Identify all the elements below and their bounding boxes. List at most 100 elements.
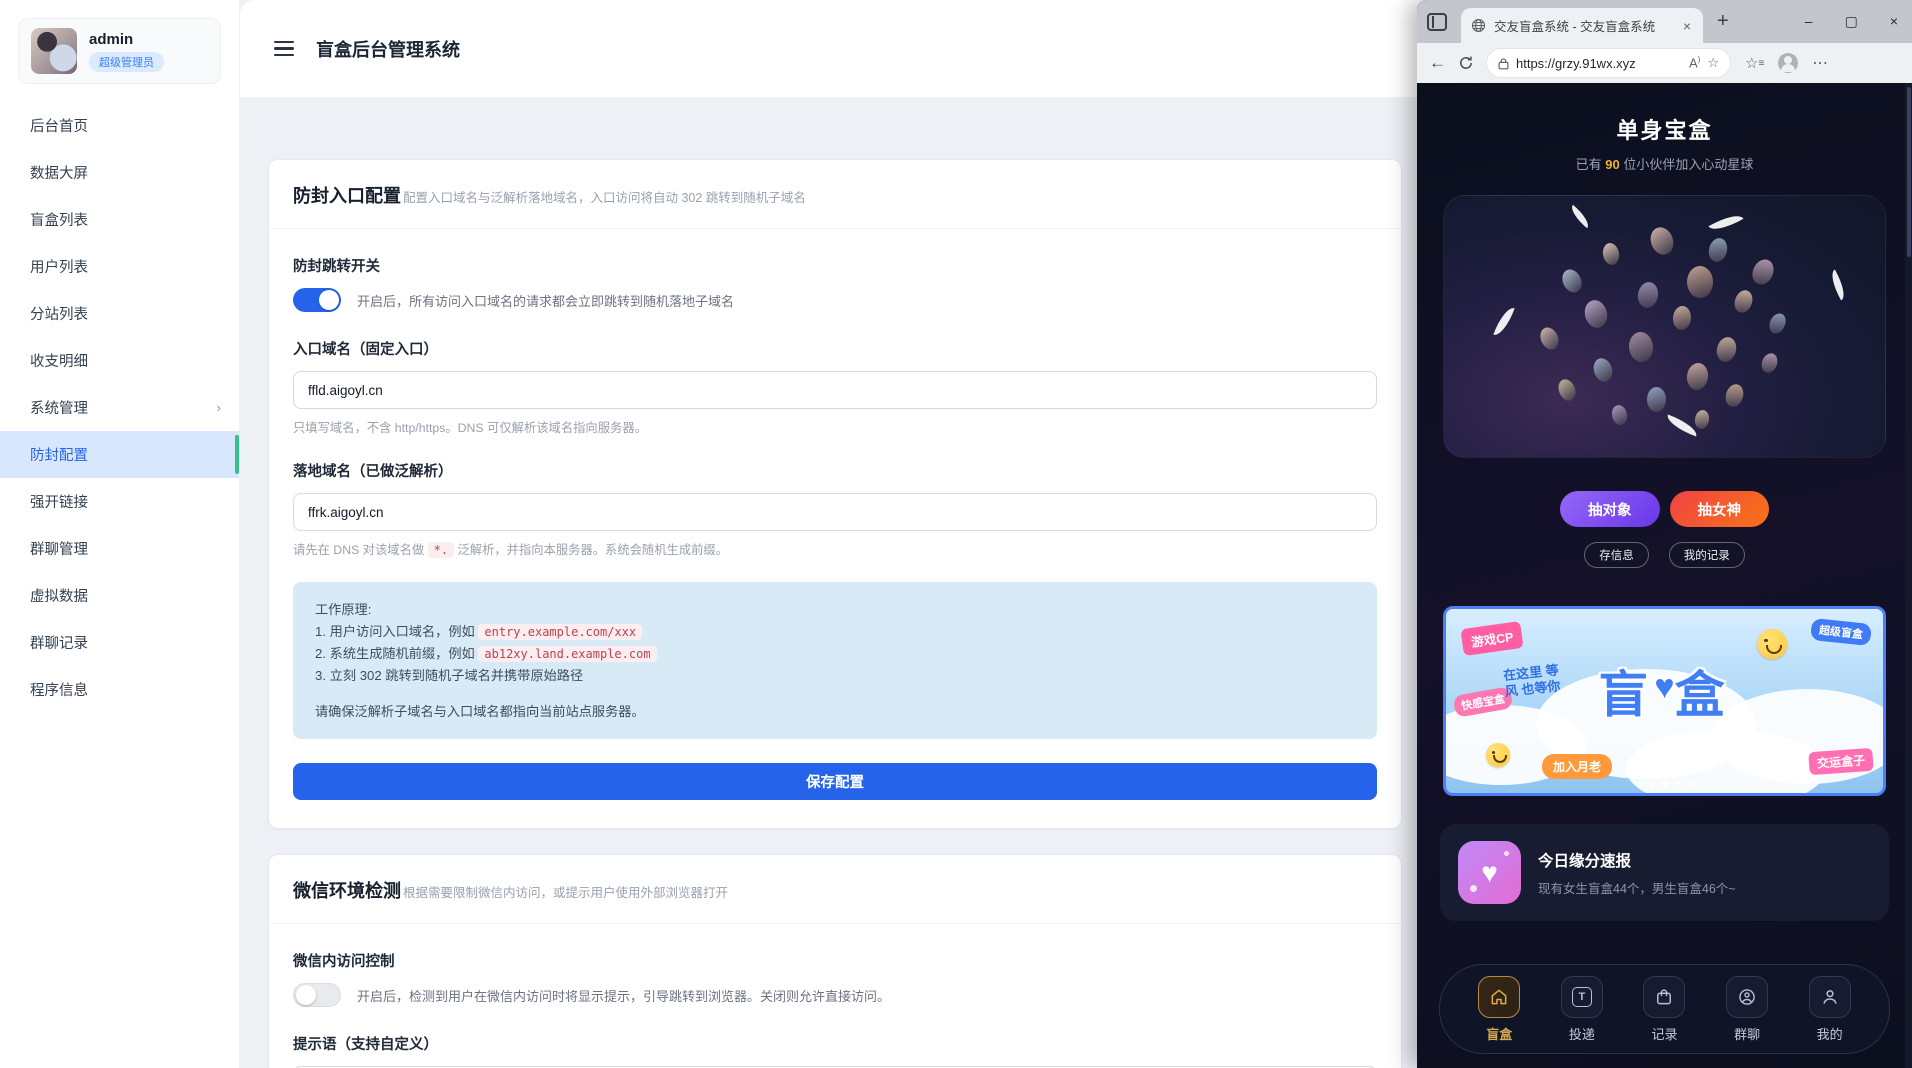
- landing-domain-input[interactable]: [293, 493, 1377, 531]
- how-it-works-infobox: 工作原理: 1. 用户访问入口域名，例如 entry.example.com/x…: [293, 582, 1377, 739]
- globe-icon: [1471, 18, 1486, 33]
- avatar-thumb: [1685, 362, 1710, 392]
- hamburger-menu-icon[interactable]: [274, 41, 294, 56]
- landing-domain-label: 落地域名（已做泛解析）: [293, 460, 1377, 481]
- avatar-thumb: [1732, 288, 1756, 315]
- card-desc: 根据需要限制微信内访问，或提示用户使用外部浏览器打开: [403, 886, 728, 900]
- address-bar[interactable]: https://grzy.91wx.xyz A) ☆: [1486, 48, 1731, 78]
- browser-tab[interactable]: 交友盲盒系统 - 交友盲盒系统 ×: [1461, 8, 1703, 43]
- sidebar-item-system-manage[interactable]: 系统管理›: [0, 384, 239, 431]
- promo-banner[interactable]: 盲♥盒 游戏CP 超级盲盒 快感宝盒 在这里 等风 也等你 加入月老 交运盒子: [1443, 606, 1886, 796]
- admin-header: 盲盒后台管理系统: [240, 0, 1417, 98]
- nav-item-records[interactable]: 记录: [1643, 976, 1685, 1043]
- avatar-thumb: [1672, 305, 1692, 330]
- sidebar-item-anti-block[interactable]: 防封配置: [0, 431, 239, 478]
- sidebar-item-home[interactable]: 后台首页: [0, 102, 239, 149]
- sidebar-item-user-list[interactable]: 用户列表: [0, 243, 239, 290]
- avatar-thumb: [1748, 256, 1777, 288]
- draw-goddess-button[interactable]: 抽女神: [1670, 491, 1770, 527]
- browser-toolbar: ← https://grzy.91wx.xyz A) ☆ ☆≡ ⋯: [1417, 43, 1912, 83]
- carousel-dots[interactable]: [1446, 781, 1883, 787]
- sidebar-item-box-list[interactable]: 盲盒列表: [0, 196, 239, 243]
- admin-content: 防封入口配置配置入口域名与泛解析落地域名，入口访问将自动 302 跳转到随机子域…: [240, 98, 1417, 1068]
- nav-item-mine[interactable]: 我的: [1809, 976, 1851, 1043]
- banner-badge-top-right: 超级盲盒: [1810, 618, 1872, 646]
- save-info-button[interactable]: 存信息: [1584, 542, 1649, 568]
- anti-block-toggle[interactable]: [293, 288, 341, 312]
- bag-icon: [1643, 976, 1685, 1018]
- refresh-button[interactable]: [1458, 55, 1474, 71]
- petal-decoration: [1568, 204, 1594, 228]
- wechat-access-toggle[interactable]: [293, 983, 341, 1007]
- sidebar-item-group-chat-manage[interactable]: 群聊管理: [0, 525, 239, 572]
- entry-domain-label: 入口域名（固定入口）: [293, 338, 1377, 359]
- new-tab-button[interactable]: +: [1717, 10, 1729, 33]
- wechat-toggle-desc: 开启后，检测到用户在微信内访问时将显示提示，引导跳转到浏览器。关闭则允许直接访问…: [357, 986, 890, 1005]
- nav-item-deliver[interactable]: T 投递: [1561, 976, 1603, 1043]
- petal-decoration: [1493, 305, 1514, 339]
- avatar-thumb: [1582, 298, 1610, 331]
- card-title: 微信环境检测: [293, 881, 401, 901]
- draw-partner-button[interactable]: 抽对象: [1560, 491, 1660, 527]
- sidebar-item-virtual-data[interactable]: 虚拟数据: [0, 572, 239, 619]
- sidebar-item-income-detail[interactable]: 收支明细: [0, 337, 239, 384]
- prompt-label: 提示语（支持自定义）: [293, 1033, 1377, 1054]
- avatar-thumb: [1636, 281, 1660, 310]
- entry-example-code: entry.example.com/xxx: [478, 624, 642, 640]
- scrollbar[interactable]: [1905, 83, 1912, 1068]
- back-button[interactable]: ←: [1429, 53, 1446, 73]
- app-subtitle: 已有 90 位小伙伴加入心动星球: [1417, 154, 1912, 173]
- sidebar-item-program-info[interactable]: 程序信息: [0, 666, 239, 713]
- wechat-toggle-label: 微信内访问控制: [293, 950, 1377, 971]
- avatar-thumb: [1610, 403, 1629, 426]
- user-card[interactable]: admin 超级管理员: [18, 18, 221, 84]
- card-title: 防封入口配置: [293, 186, 401, 206]
- user-name: admin: [89, 31, 164, 48]
- deliver-icon: T: [1561, 976, 1603, 1018]
- app-title: 单身宝盒: [1417, 113, 1912, 145]
- tab-close-icon[interactable]: ×: [1681, 18, 1693, 34]
- window-maximize-button[interactable]: ▢: [1845, 13, 1858, 30]
- avatar-thumb: [1706, 236, 1730, 264]
- sidebar-item-dashboard[interactable]: 数据大屏: [0, 149, 239, 196]
- tab-actions-icon[interactable]: [1427, 13, 1447, 31]
- group-chat-icon: [1726, 976, 1768, 1018]
- favorite-star-icon[interactable]: ☆: [1707, 55, 1719, 71]
- sidebar-item-force-open-link[interactable]: 强开链接: [0, 478, 239, 525]
- landing-domain-hint: 请先在 DNS 对该域名做 *. 泛解析，并指向本服务器。系统会随机生成前缀。: [293, 540, 1377, 558]
- toggle-desc: 开启后，所有访问入口域名的请求都会立即跳转到随机落地子域名: [357, 291, 734, 310]
- read-aloud-icon[interactable]: A): [1689, 55, 1700, 70]
- wildcard-code-chip: *.: [428, 542, 454, 558]
- window-minimize-button[interactable]: –: [1805, 13, 1813, 30]
- nav-item-group-chat[interactable]: 群聊: [1726, 976, 1768, 1043]
- sidebar-item-substation-list[interactable]: 分站列表: [0, 290, 239, 337]
- my-records-button[interactable]: 我的记录: [1669, 542, 1745, 568]
- landing-example-code: ab12xy.land.example.com: [478, 646, 656, 662]
- window-close-button[interactable]: ×: [1890, 13, 1898, 30]
- sidebar-item-group-chat-records[interactable]: 群聊记录: [0, 619, 239, 666]
- smiley-icon: [1486, 743, 1510, 767]
- profile-icon[interactable]: [1778, 53, 1798, 73]
- avatar-thumb: [1758, 351, 1779, 375]
- heart-icon: ♥: [1654, 668, 1674, 706]
- person-icon: [1809, 976, 1851, 1018]
- url-text: https://grzy.91wx.xyz: [1516, 56, 1682, 71]
- avatar-thumb: [1714, 335, 1739, 364]
- browser-titlebar: 交友盲盒系统 - 交友盲盒系统 × + – ▢ ×: [1417, 0, 1912, 43]
- anti-block-config-card: 防封入口配置配置入口域名与泛解析落地域名，入口访问将自动 302 跳转到随机子域…: [268, 159, 1402, 829]
- nav-item-blindbox[interactable]: 盲盒: [1478, 976, 1520, 1043]
- more-menu-icon[interactable]: ⋯: [1812, 53, 1828, 73]
- avatar-thumb: [1647, 387, 1666, 412]
- sidebar: admin 超级管理员 后台首页 数据大屏 盲盒列表 用户列表 分站列表 收支明…: [0, 0, 240, 1068]
- entry-domain-input[interactable]: [293, 371, 1377, 409]
- avatar-sphere[interactable]: [1443, 195, 1886, 458]
- member-count: 90: [1605, 157, 1619, 172]
- banner-badge-game-cp: 游戏CP: [1460, 621, 1524, 656]
- chevron-right-icon: ›: [217, 400, 221, 415]
- admin-main: 盲盒后台管理系统 防封入口配置配置入口域名与泛解析落地域名，入口访问将自动 30…: [240, 0, 1417, 1068]
- save-config-button[interactable]: 保存配置: [293, 763, 1377, 800]
- favorites-list-icon[interactable]: ☆≡: [1745, 54, 1764, 72]
- avatar-thumb: [1555, 376, 1578, 402]
- avatar-thumb: [1601, 242, 1621, 266]
- daily-report-card[interactable]: ♥ 今日缘分速报 现有女生盲盒44个，男生盲盒46个~: [1440, 824, 1889, 921]
